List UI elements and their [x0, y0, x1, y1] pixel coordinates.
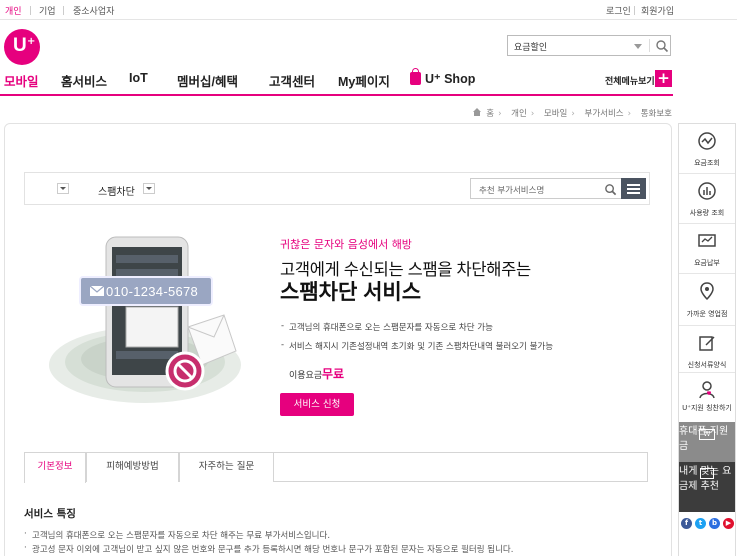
hero-bullet-dash: - — [281, 340, 285, 350]
breadcrumb: 홈 › 개인 › 모바일 › 부가서비스 › 통화보호 — [472, 107, 672, 119]
breadcrumb-mobile[interactable]: 모바일 — [544, 109, 567, 119]
plan-recommend-icon — [700, 468, 714, 479]
category-dropdown-button[interactable] — [57, 183, 69, 194]
main-nav: 모바일 홈서비스 IoT 멤버십/혜택 고객센터 My페이지 U⁺ Shop 전… — [0, 64, 673, 96]
hero-eyebrow: 귀찮은 문자와 음성에서 해방 — [280, 238, 412, 251]
shopping-bag-icon — [410, 68, 421, 85]
quick-store-locator[interactable]: 가까운 영업점 — [679, 274, 735, 326]
feature-line-1: 고객님의 휴대폰으로 오는 스팸문자를 자동으로 차단 해주는 무료 부가서비스… — [32, 531, 331, 541]
divider — [63, 6, 64, 15]
youtube-icon[interactable]: ▶ — [723, 518, 734, 529]
all-menu-plus-button[interactable]: + — [655, 70, 672, 87]
divider — [30, 6, 31, 15]
breadcrumb-home[interactable]: 홈 — [486, 109, 494, 119]
segment-business[interactable]: 기업 — [39, 4, 56, 17]
quick-store-locator-label: 가까운 영업점 — [686, 310, 728, 318]
breadcrumb-personal[interactable]: 개인 — [511, 109, 527, 119]
twitter-icon[interactable]: t — [695, 518, 706, 529]
compliment-person-icon — [699, 381, 715, 399]
chevron-down-icon[interactable] — [634, 44, 642, 49]
home-icon[interactable] — [472, 108, 481, 116]
quick-bill-inquiry[interactable]: 요금조회 — [679, 124, 735, 174]
bill-inquiry-icon — [698, 132, 716, 150]
quick-payment-label: 요금납부 — [694, 259, 720, 267]
quick-compliment-label: U⁺지원 칭찬하기 — [682, 404, 732, 412]
logo-plus: + — [27, 36, 36, 47]
header-search[interactable]: 요금할인 — [507, 35, 671, 56]
feature-bullet: · — [24, 529, 27, 539]
quick-forms[interactable]: 신청서류양식 — [679, 326, 735, 373]
fee-value: 무료 — [322, 367, 345, 381]
info-tabs: 기본정보 피해예방방법 자주하는 질문 — [24, 452, 648, 483]
top-utility-bar: 개인 기업 중소사업자 로그인 회원가입 — [0, 0, 737, 20]
tab-faq[interactable]: 자주하는 질문 — [179, 452, 274, 482]
segment-small-business[interactable]: 중소사업자 — [73, 4, 114, 17]
nav-membership[interactable]: 멤버십/혜택 — [177, 71, 238, 90]
nav-u-shop[interactable]: U⁺ Shop — [425, 71, 475, 86]
service-selector-label[interactable]: 스팸차단 — [98, 183, 135, 198]
quick-device-subsidy[interactable]: ₩ 휴대폰 지원금 — [679, 422, 735, 462]
signup-link[interactable]: 회원가입 — [641, 4, 674, 17]
quick-forms-label: 신청서류양식 — [687, 361, 727, 369]
chevron-right-icon: › — [571, 109, 575, 119]
apply-service-button[interactable]: 서비스 신청 — [280, 393, 354, 416]
nav-customer-center[interactable]: 고객센터 — [269, 71, 315, 90]
subsidy-won-icon: ₩ — [699, 429, 715, 440]
hero-bullet-1: 고객님의 휴대폰으로 오는 스팸문자를 자동으로 차단 가능 — [289, 323, 493, 333]
quick-compliment[interactable]: U⁺지원 칭찬하기 — [679, 373, 735, 422]
quick-usage[interactable]: 사용량 조회 — [679, 174, 735, 224]
segment-personal[interactable]: 개인 — [5, 4, 22, 17]
facebook-icon[interactable]: f — [681, 518, 692, 529]
breadcrumb-current[interactable]: 통화보호 — [641, 109, 672, 119]
map-pin-icon — [700, 282, 714, 301]
quick-bill-inquiry-label: 요금조회 — [694, 159, 720, 167]
usage-icon — [698, 182, 716, 200]
tab-basic-info[interactable]: 기본정보 — [24, 452, 86, 483]
service-subbar: 스팸차단 추천 부가서비스명 — [24, 172, 650, 205]
quick-usage-label: 사용량 조회 — [689, 209, 725, 217]
features-title: 서비스 특징 — [24, 508, 76, 520]
phone-number-label: 010-1234-5678 — [106, 284, 199, 299]
menu-icon[interactable] — [621, 178, 646, 199]
divider — [634, 6, 635, 15]
hero-bullet-2: 서비스 해지시 기존설정내역 초기화 및 기존 스팸차단내역 불러오기 불가능 — [289, 342, 554, 352]
nav-my-page[interactable]: My페이지 — [338, 71, 390, 90]
social-links: f t b ▶ — [681, 518, 735, 530]
nav-home-service[interactable]: 홈서비스 — [61, 71, 107, 90]
lg-uplus-logo[interactable]: U + — [4, 29, 40, 65]
login-link[interactable]: 로그인 — [606, 4, 631, 17]
payment-icon — [698, 234, 716, 247]
tab-prevention[interactable]: 피해예방방법 — [86, 452, 179, 482]
nav-mobile[interactable]: 모바일 — [4, 71, 39, 90]
all-menu-label[interactable]: 전체메뉴보기 — [605, 74, 655, 87]
document-edit-icon — [699, 336, 715, 351]
logo-mark: U — [13, 35, 27, 56]
tab-strip-fill — [274, 452, 648, 482]
hero-title-line2: 스팸차단 서비스 — [280, 281, 422, 304]
service-dropdown-button[interactable] — [143, 183, 155, 194]
nav-iot[interactable]: IoT — [129, 71, 148, 85]
hero-bullet-dash: - — [281, 321, 285, 331]
addon-search-field[interactable]: 추천 부가서비스명 — [470, 178, 622, 199]
quick-plan-recommend[interactable]: 내게 맞는 요금제 추천 — [679, 462, 735, 512]
search-icon[interactable] — [655, 39, 669, 53]
feature-line-2: 광고성 문자 이외에 고객님이 받고 싶지 않은 번호와 문구를 추가 등록하시… — [32, 545, 514, 555]
blog-icon[interactable]: b — [709, 518, 720, 529]
feature-bullet: · — [24, 543, 27, 553]
chevron-right-icon: › — [627, 109, 632, 119]
divider — [649, 39, 650, 52]
quick-payment[interactable]: 요금납부 — [679, 224, 735, 274]
chevron-right-icon: › — [530, 109, 535, 119]
search-icon[interactable] — [604, 183, 617, 196]
breadcrumb-addon[interactable]: 부가서비스 — [585, 109, 624, 119]
spam-block-illustration — [49, 236, 241, 403]
addon-search-placeholder[interactable]: 추천 부가서비스명 — [479, 184, 544, 196]
quick-menu: 요금조회 사용량 조회 요금납부 가까운 영업점 신청서류양식 U⁺지원 칭찬하… — [678, 123, 736, 556]
fee-label: 이용요금 — [289, 371, 323, 381]
chevron-right-icon: › — [498, 109, 502, 119]
search-input[interactable]: 요금할인 — [514, 40, 547, 53]
